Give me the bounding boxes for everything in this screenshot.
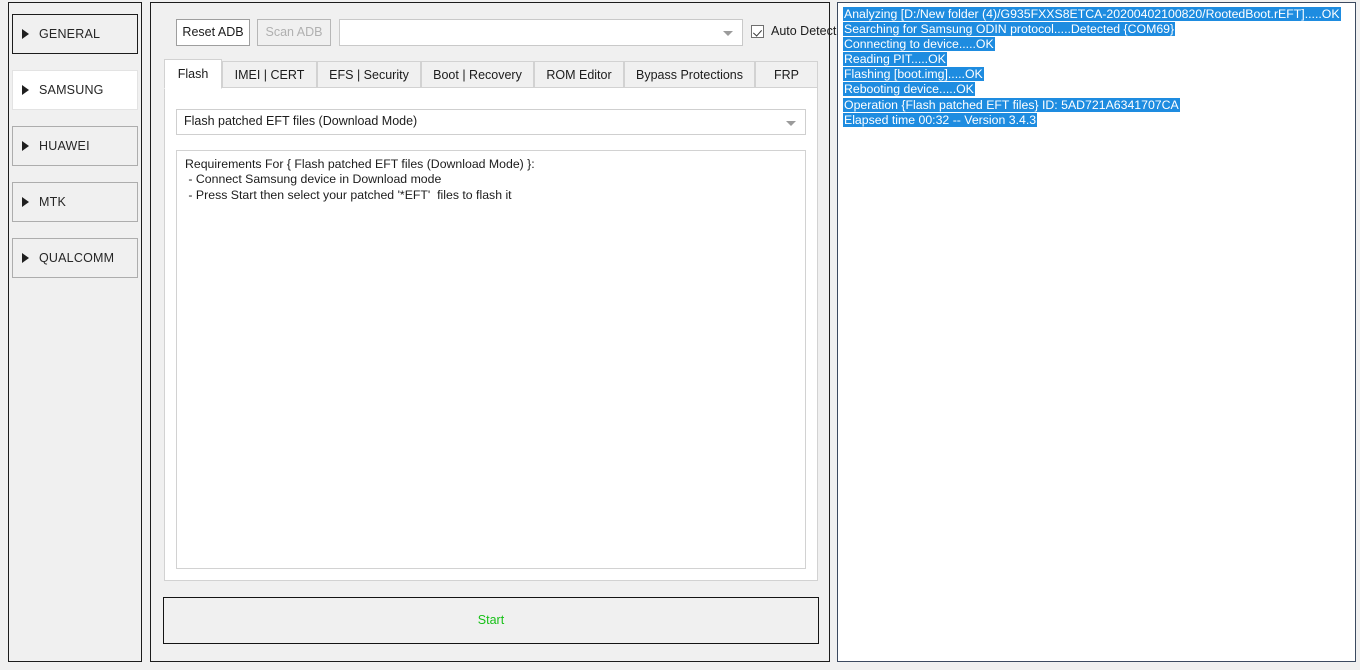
- log-line: Searching for Samsung ODIN protocol.....…: [843, 22, 1351, 37]
- triangle-right-icon: [22, 253, 29, 263]
- log-line-text: Operation {Flash patched EFT files} ID: …: [843, 97, 1180, 112]
- sidebar-item-label: SAMSUNG: [39, 83, 104, 97]
- triangle-right-icon: [22, 141, 29, 151]
- operation-select-value: Flash patched EFT files (Download Mode): [184, 114, 418, 128]
- tab-bar: Flash IMEI | CERT EFS | Security Boot | …: [164, 59, 818, 89]
- adb-toolbar: Reset ADB Scan ADB Auto Detect: [163, 17, 836, 51]
- tab-bypass-protections[interactable]: Bypass Protections: [624, 61, 755, 88]
- reset-adb-button[interactable]: Reset ADB: [176, 19, 250, 46]
- log-line-text: Flashing [boot.img].....OK: [843, 67, 984, 82]
- log-line-text: Elapsed time 00:32 -- Version 3.4.3: [843, 112, 1038, 127]
- tab-rom-editor[interactable]: ROM Editor: [534, 61, 624, 88]
- log-line-text: Searching for Samsung ODIN protocol.....…: [843, 22, 1176, 37]
- log-line: Operation {Flash patched EFT files} ID: …: [843, 97, 1351, 113]
- log-line-text: Reading PIT.....OK: [843, 52, 947, 67]
- log-line: Analyzing [D:/New folder (4)/G935FXXS8ET…: [843, 7, 1351, 22]
- auto-detect-checkbox[interactable]: [751, 24, 764, 38]
- log-line: Reading PIT.....OK: [843, 52, 1351, 67]
- requirements-line: - Connect Samsung device in Download mod…: [185, 172, 442, 187]
- chevron-down-icon: [786, 121, 796, 126]
- requirements-line: - Press Start then select your patched '…: [185, 187, 512, 202]
- sidebar-item-general[interactable]: GENERAL: [12, 14, 138, 54]
- requirements-line: Requirements For { Flash patched EFT fil…: [185, 157, 535, 171]
- log-list: Analyzing [D:/New folder (4)/G935FXXS8ET…: [843, 7, 1351, 128]
- main-panel: Reset ADB Scan ADB Auto Detect Flash IME…: [150, 2, 836, 662]
- log-line: Flashing [boot.img].....OK: [843, 67, 1351, 82]
- log-line-text: Rebooting device.....OK: [843, 82, 975, 97]
- auto-detect-label: Auto Detect: [771, 24, 837, 38]
- sidebar-item-label: HUAWEI: [39, 139, 90, 153]
- sidebar-panel: GENERAL SAMSUNG HUAWEI MTK QUALCOMM: [8, 2, 142, 662]
- tab-content-flash: Flash patched EFT files (Download Mode) …: [164, 87, 818, 581]
- tab-imei-cert[interactable]: IMEI | CERT: [222, 61, 317, 88]
- log-line-text: Connecting to device.....OK: [843, 37, 995, 52]
- triangle-right-icon: [22, 29, 29, 39]
- tab-frp[interactable]: FRP: [755, 61, 818, 88]
- operation-select[interactable]: Flash patched EFT files (Download Mode): [176, 109, 806, 135]
- triangle-right-icon: [22, 197, 29, 207]
- triangle-right-icon: [22, 85, 29, 95]
- log-line: Elapsed time 00:32 -- Version 3.4.3: [843, 112, 1351, 128]
- log-line: Connecting to device.....OK: [843, 37, 1351, 52]
- requirements-textarea[interactable]: Requirements For { Flash patched EFT fil…: [176, 150, 806, 569]
- device-select[interactable]: [339, 19, 743, 46]
- sidebar-item-label: GENERAL: [39, 27, 101, 41]
- tab-boot-recovery[interactable]: Boot | Recovery: [421, 61, 534, 88]
- sidebar-item-qualcomm[interactable]: QUALCOMM: [12, 238, 138, 278]
- sidebar-item-huawei[interactable]: HUAWEI: [12, 126, 138, 166]
- tab-efs-security[interactable]: EFS | Security: [317, 61, 421, 88]
- sidebar-item-label: QUALCOMM: [39, 251, 115, 265]
- sidebar-item-samsung[interactable]: SAMSUNG: [12, 70, 138, 110]
- log-line: Rebooting device.....OK: [843, 82, 1351, 97]
- scan-adb-button[interactable]: Scan ADB: [257, 19, 331, 46]
- chevron-down-icon: [723, 31, 733, 36]
- tab-flash[interactable]: Flash: [164, 59, 222, 89]
- sidebar-item-mtk[interactable]: MTK: [12, 182, 138, 222]
- sidebar-item-label: MTK: [39, 195, 66, 209]
- auto-detect-row[interactable]: Auto Detect: [751, 24, 836, 38]
- log-panel[interactable]: Analyzing [D:/New folder (4)/G935FXXS8ET…: [837, 2, 1356, 662]
- log-line-text: Analyzing [D:/New folder (4)/G935FXXS8ET…: [843, 7, 1341, 21]
- start-button[interactable]: Start: [163, 597, 819, 644]
